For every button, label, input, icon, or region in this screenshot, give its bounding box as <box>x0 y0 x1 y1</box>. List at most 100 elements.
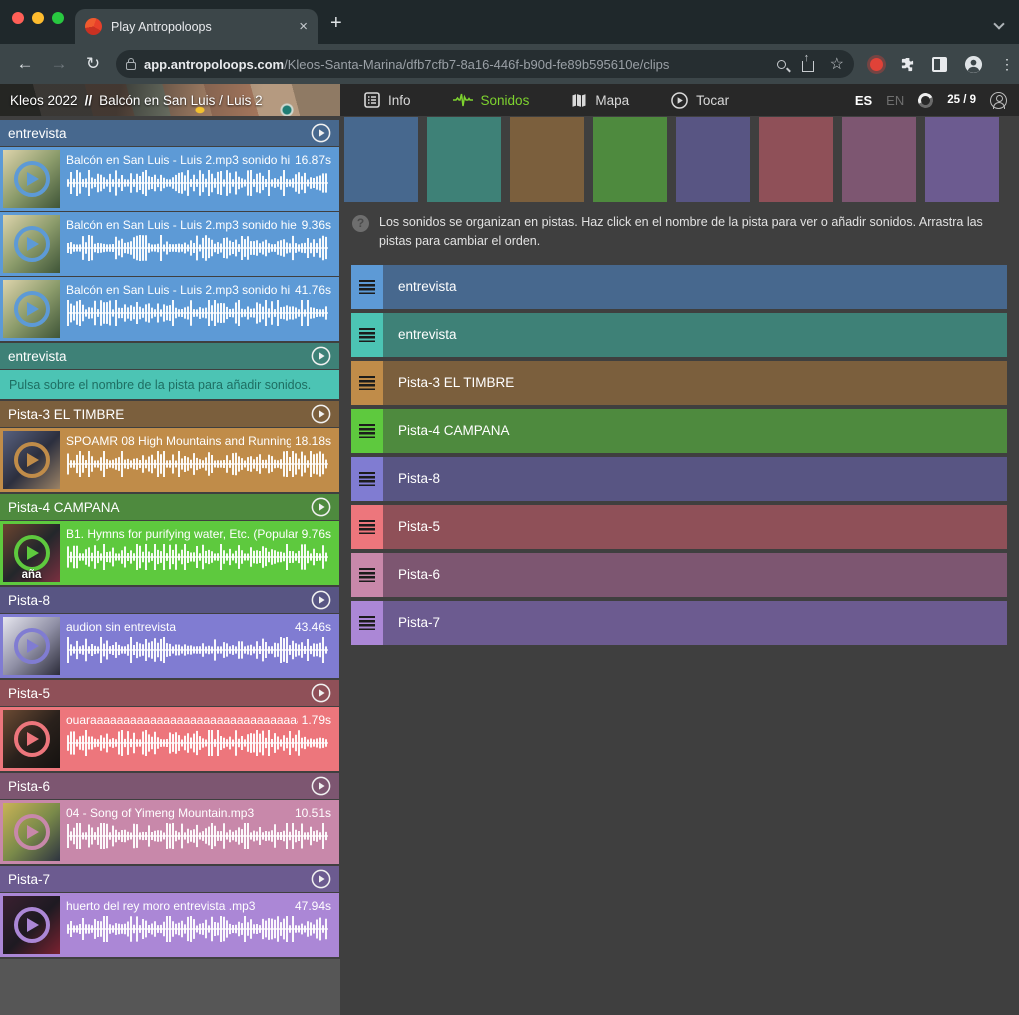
track-play-button[interactable] <box>311 123 331 143</box>
clip-thumbnail[interactable] <box>3 803 60 861</box>
track-row-label[interactable]: Pista-8 <box>398 471 440 486</box>
clip-thumbnail[interactable] <box>3 280 60 338</box>
back-button[interactable]: ← <box>8 54 42 74</box>
clip-item[interactable]: Balcón en San Luis - Luis 2.mp3 sonido h… <box>0 147 339 211</box>
clip-waveform[interactable] <box>66 169 331 197</box>
clip-play-icon[interactable] <box>14 721 50 757</box>
drag-handle[interactable] <box>351 409 383 453</box>
clip-play-icon[interactable] <box>14 907 50 943</box>
track-row-label[interactable]: Pista-7 <box>398 615 440 630</box>
track-play-button[interactable] <box>311 497 331 517</box>
sidebar-track-header[interactable]: Pista-5 <box>0 680 339 706</box>
tab-search-chevron-icon[interactable] <box>993 18 1004 29</box>
track-swatch[interactable] <box>676 117 750 202</box>
drag-handle[interactable] <box>351 505 383 549</box>
track-swatch[interactable] <box>344 117 418 202</box>
track-play-button[interactable] <box>311 683 331 703</box>
clip-item[interactable]: ouaraaaaaaaaaaaaaaaaaaaaaaaaaaaaaaaaa...… <box>0 707 339 771</box>
clip-item[interactable]: añaB1. Hymns for purifying water, Etc. (… <box>0 521 339 585</box>
clip-thumbnail[interactable] <box>3 896 60 954</box>
extensions-puzzle-icon[interactable] <box>900 57 915 72</box>
sidebar-track-name[interactable]: Pista-3 EL TIMBRE <box>8 407 311 422</box>
sidebar-track-name[interactable]: Pista-7 <box>8 872 311 887</box>
track-play-button[interactable] <box>311 346 331 366</box>
clip-play-icon[interactable] <box>14 628 50 664</box>
zoom-search-icon[interactable] <box>777 60 786 69</box>
track-play-button[interactable] <box>311 776 331 796</box>
clip-thumbnail[interactable]: aña <box>3 524 60 582</box>
clip-item[interactable]: SPOAMR 08 High Mountains and Running ...… <box>0 428 339 492</box>
drag-handle[interactable] <box>351 313 383 357</box>
drag-handle[interactable] <box>351 265 383 309</box>
nav-mapa[interactable]: Mapa <box>571 93 629 108</box>
clip-thumbnail[interactable] <box>3 150 60 208</box>
forward-button[interactable]: → <box>42 54 76 74</box>
clip-item[interactable]: Balcón en San Luis - Luis 2.mp3 sonido h… <box>0 277 339 341</box>
drag-handle[interactable] <box>351 553 383 597</box>
clip-play-icon[interactable] <box>14 442 50 478</box>
map-thumbnail-header[interactable]: Kleos 2022//Balcón en San Luis / Luis 2 <box>0 84 340 116</box>
track-swatch[interactable] <box>759 117 833 202</box>
close-window-button[interactable] <box>12 12 24 24</box>
clip-item[interactable]: 04 - Song of Yimeng Mountain.mp310.51s <box>0 800 339 864</box>
track-play-button[interactable] <box>311 869 331 889</box>
sidebar-track-header[interactable]: Pista-6 <box>0 773 339 799</box>
sidebar-track-name[interactable]: entrevista <box>8 126 311 141</box>
track-row[interactable]: Pista-6 <box>351 553 1007 597</box>
track-row[interactable]: Pista-7 <box>351 601 1007 645</box>
share-icon[interactable] <box>802 61 814 72</box>
clip-item[interactable]: Balcón en San Luis - Luis 2.mp3 sonido h… <box>0 212 339 276</box>
clip-thumbnail[interactable] <box>3 431 60 489</box>
track-row[interactable]: Pista-3 EL TIMBRE <box>351 361 1007 405</box>
track-swatch[interactable] <box>593 117 667 202</box>
clip-play-icon[interactable] <box>14 814 50 850</box>
lang-en-button[interactable]: EN <box>886 93 904 108</box>
nav-info[interactable]: Info <box>364 92 411 108</box>
clip-waveform[interactable] <box>66 729 331 757</box>
sidebar-track-name[interactable]: Pista-4 CAMPANA <box>8 500 311 515</box>
track-swatch[interactable] <box>842 117 916 202</box>
clip-play-icon[interactable] <box>14 291 50 327</box>
account-icon[interactable] <box>990 92 1007 109</box>
bookmark-star-icon[interactable]: ☆ <box>830 54 844 74</box>
breadcrumb-project[interactable]: Kleos 2022 <box>10 93 78 108</box>
browser-menu-icon[interactable]: ⋮ <box>1000 56 1014 73</box>
track-play-button[interactable] <box>311 590 331 610</box>
clip-play-icon[interactable] <box>14 161 50 197</box>
sidebar-track-header[interactable]: Pista-3 EL TIMBRE <box>0 401 339 427</box>
track-swatch[interactable] <box>925 117 999 202</box>
track-row-label[interactable]: Pista-3 EL TIMBRE <box>398 375 514 390</box>
reload-button[interactable]: ↻ <box>76 54 110 74</box>
sidebar-track-name[interactable]: Pista-6 <box>8 779 311 794</box>
sidebar-track-header[interactable]: Pista-8 <box>0 587 339 613</box>
track-row-label[interactable]: Pista-4 CAMPANA <box>398 423 510 438</box>
track-row-label[interactable]: entrevista <box>398 327 457 342</box>
track-row[interactable]: Pista-4 CAMPANA <box>351 409 1007 453</box>
sidebar-track-name[interactable]: Pista-8 <box>8 593 311 608</box>
sidebar-track-header[interactable]: entrevista <box>0 120 339 146</box>
side-panel-icon[interactable] <box>932 57 947 72</box>
clip-item[interactable]: audion sin entrevista43.46s <box>0 614 339 678</box>
nav-sonidos[interactable]: Sonidos <box>453 93 530 108</box>
clip-waveform[interactable] <box>66 636 331 664</box>
drag-handle[interactable] <box>351 361 383 405</box>
browser-tab[interactable]: Play Antropoloops × <box>75 9 318 44</box>
lock-icon[interactable] <box>126 62 136 70</box>
track-row-label[interactable]: Pista-6 <box>398 567 440 582</box>
minimize-window-button[interactable] <box>32 12 44 24</box>
sidebar-track-header[interactable]: Pista-7 <box>0 866 339 892</box>
track-swatch[interactable] <box>510 117 584 202</box>
clip-waveform[interactable] <box>66 450 331 478</box>
sidebar-track-header[interactable]: Pista-4 CAMPANA <box>0 494 339 520</box>
sidebar-track-name[interactable]: entrevista <box>8 349 311 364</box>
record-extension-icon[interactable] <box>870 58 883 71</box>
track-row[interactable]: Pista-8 <box>351 457 1007 501</box>
track-row[interactable]: entrevista <box>351 265 1007 309</box>
clip-waveform[interactable] <box>66 915 331 943</box>
track-swatch[interactable] <box>427 117 501 202</box>
close-tab-icon[interactable]: × <box>299 18 308 35</box>
clip-thumbnail[interactable] <box>3 710 60 768</box>
track-row-label[interactable]: entrevista <box>398 279 457 294</box>
clip-waveform[interactable] <box>66 543 331 571</box>
sidebar-track-header[interactable]: entrevista <box>0 343 339 369</box>
